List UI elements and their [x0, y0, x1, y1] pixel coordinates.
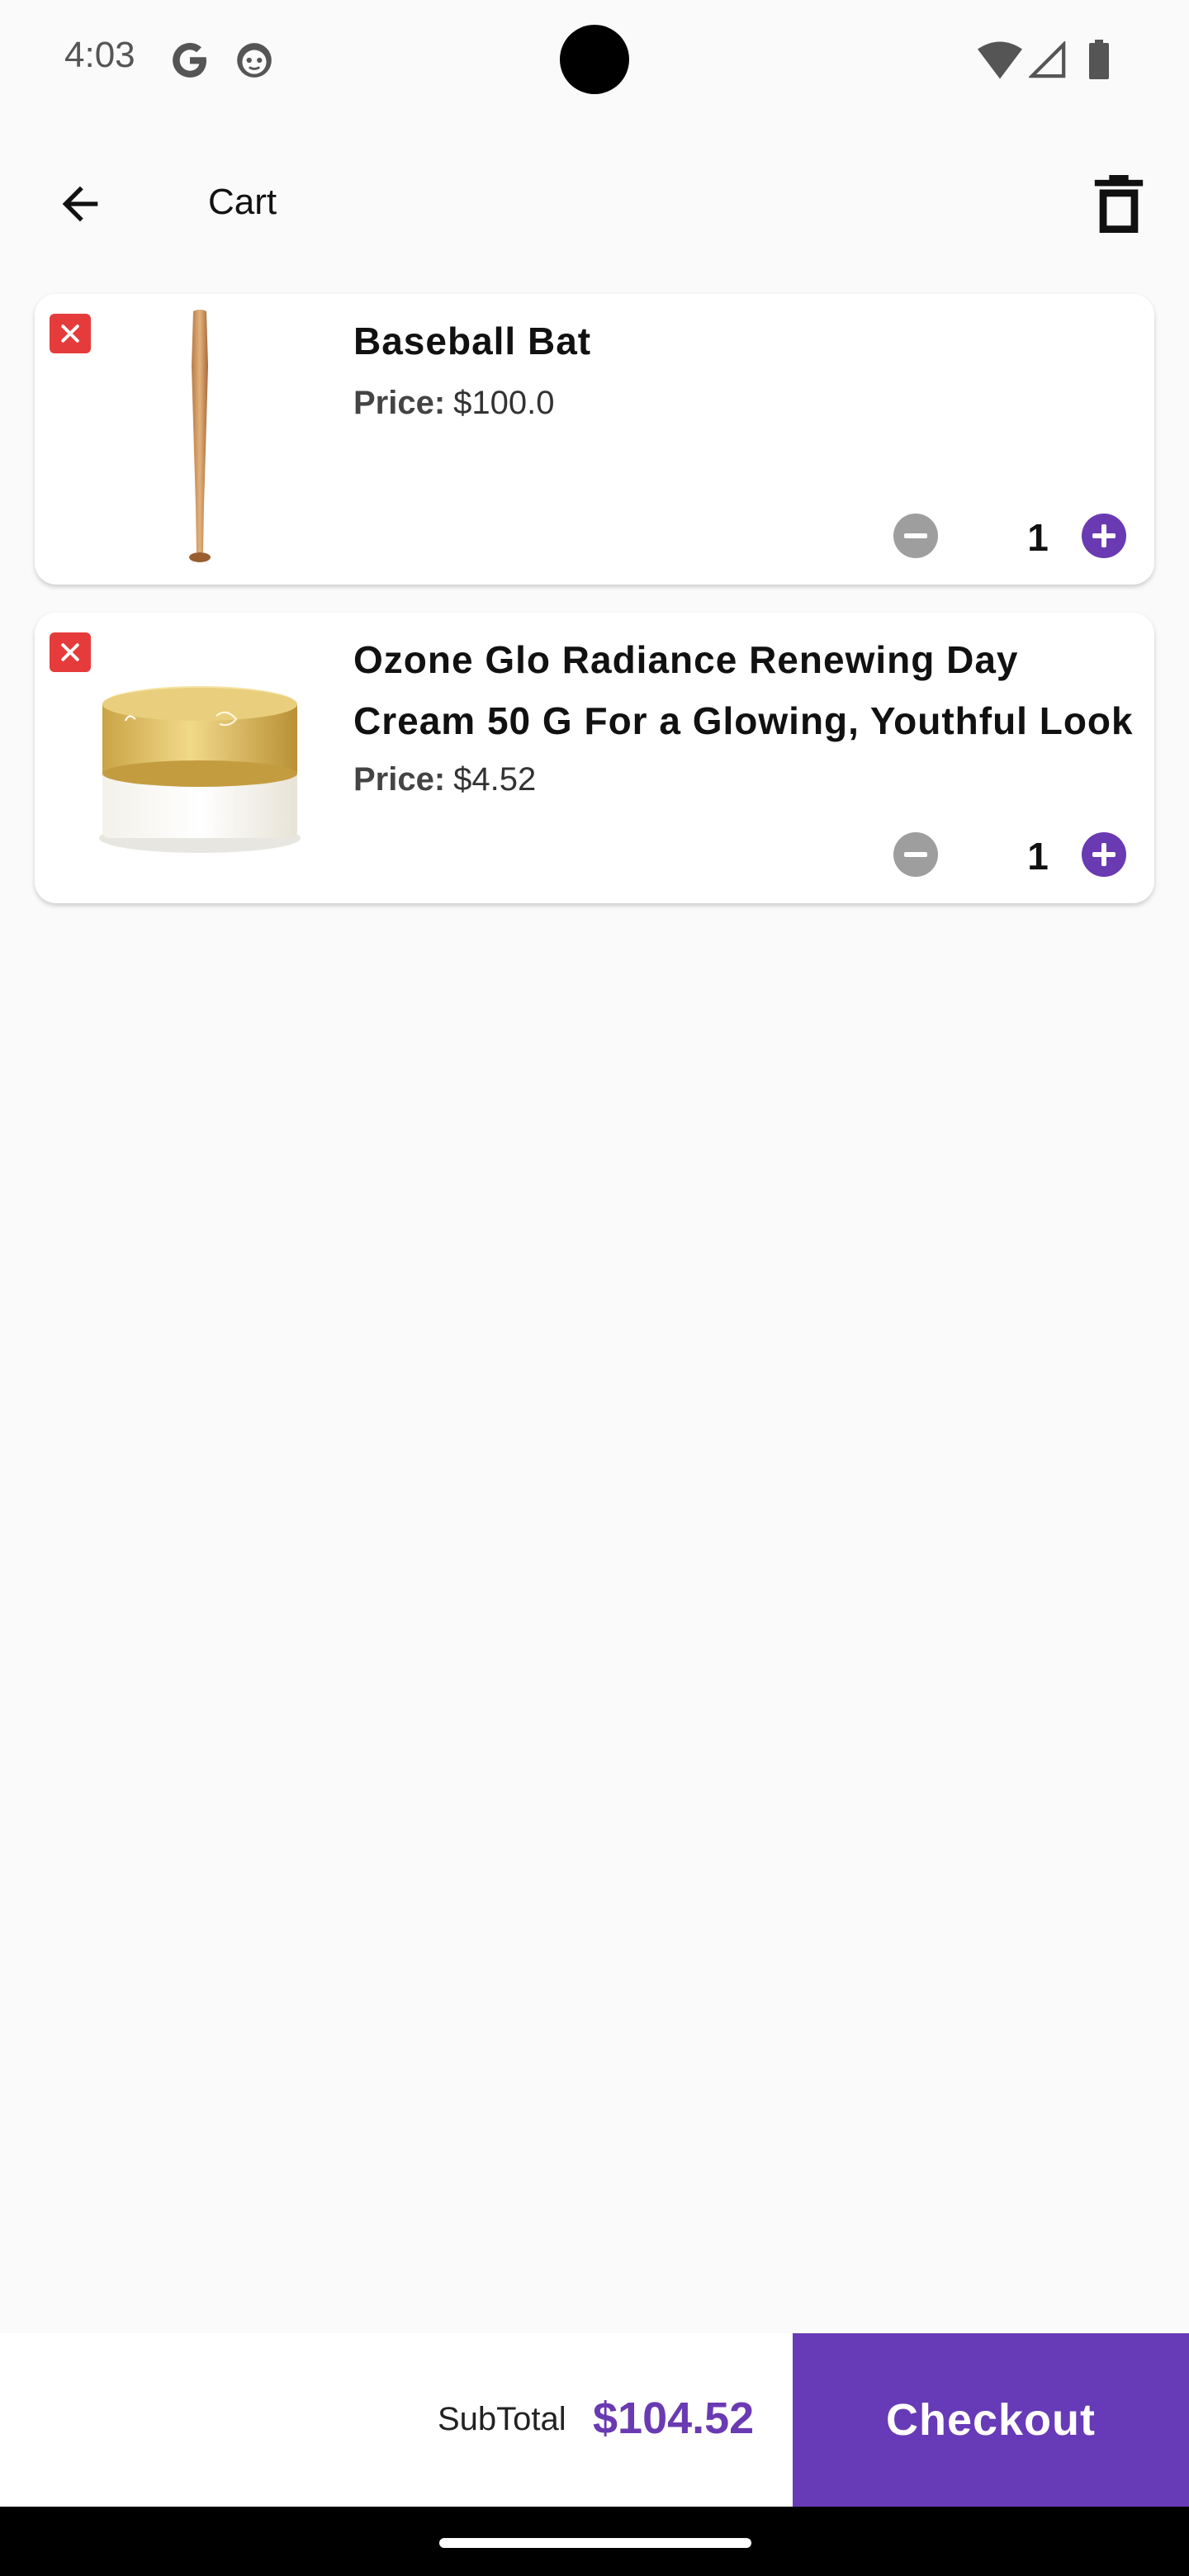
- arrow-left-icon: [62, 186, 98, 222]
- delete-all-button[interactable]: [1088, 169, 1149, 239]
- minus-icon: [904, 852, 927, 857]
- battery-icon: [1089, 40, 1109, 79]
- plus-icon: [1092, 843, 1116, 866]
- checkout-bar: SubTotal $104.52 Checkout: [0, 2333, 1189, 2507]
- home-gesture-handle[interactable]: [439, 2538, 751, 2548]
- status-time: 4:03: [64, 35, 135, 75]
- price-row: Price: $4.52: [353, 761, 536, 798]
- day-cream-jar-image: [99, 686, 301, 853]
- product-image: [68, 302, 332, 575]
- wifi-icon: [978, 41, 1022, 79]
- cart-screen: 4:03 Cart Baseball Bat Price: $100.0 1 O…: [0, 0, 1189, 2576]
- plus-icon: [1092, 524, 1116, 547]
- price-value: $4.52: [453, 761, 537, 798]
- price-label: Price:: [353, 385, 446, 421]
- minus-icon: [904, 533, 927, 538]
- smiley-face-icon: [237, 43, 272, 78]
- camera-cutout: [560, 25, 629, 94]
- trash-icon: [1094, 175, 1144, 233]
- system-navigation-bar: [0, 2507, 1189, 2576]
- quantity-value: 1: [1027, 516, 1049, 559]
- price-row: Price: $100.0: [353, 385, 555, 422]
- baseball-bat-image: [189, 310, 211, 562]
- quantity-value: 1: [1027, 835, 1049, 878]
- cart-item-card: Ozone Glo Radiance Renewing Day Cream 50…: [35, 613, 1154, 903]
- cell-signal-icon: [1029, 41, 1066, 78]
- checkout-button[interactable]: Checkout: [793, 2333, 1189, 2507]
- page-title: Cart: [208, 182, 277, 222]
- google-g-icon: [173, 43, 206, 78]
- product-name: Ozone Glo Radiance Renewing Day Cream 50…: [353, 638, 1134, 742]
- decrease-quantity-button[interactable]: [893, 514, 938, 558]
- price-value: $100.0: [453, 385, 555, 421]
- product-name: Baseball Bat: [353, 320, 592, 362]
- price-label: Price:: [353, 761, 446, 798]
- increase-quantity-button[interactable]: [1082, 514, 1126, 558]
- decrease-quantity-button[interactable]: [893, 832, 938, 877]
- subtotal-value: $104.52: [593, 2394, 755, 2443]
- product-image: [68, 621, 332, 893]
- status-bar: 4:03: [0, 0, 1189, 124]
- increase-quantity-button[interactable]: [1082, 832, 1126, 877]
- back-button[interactable]: [45, 169, 115, 239]
- cart-item-card: Baseball Bat Price: $100.0 1: [35, 294, 1154, 585]
- subtotal-label: SubTotal: [438, 2401, 566, 2437]
- app-bar: Cart: [0, 124, 1189, 277]
